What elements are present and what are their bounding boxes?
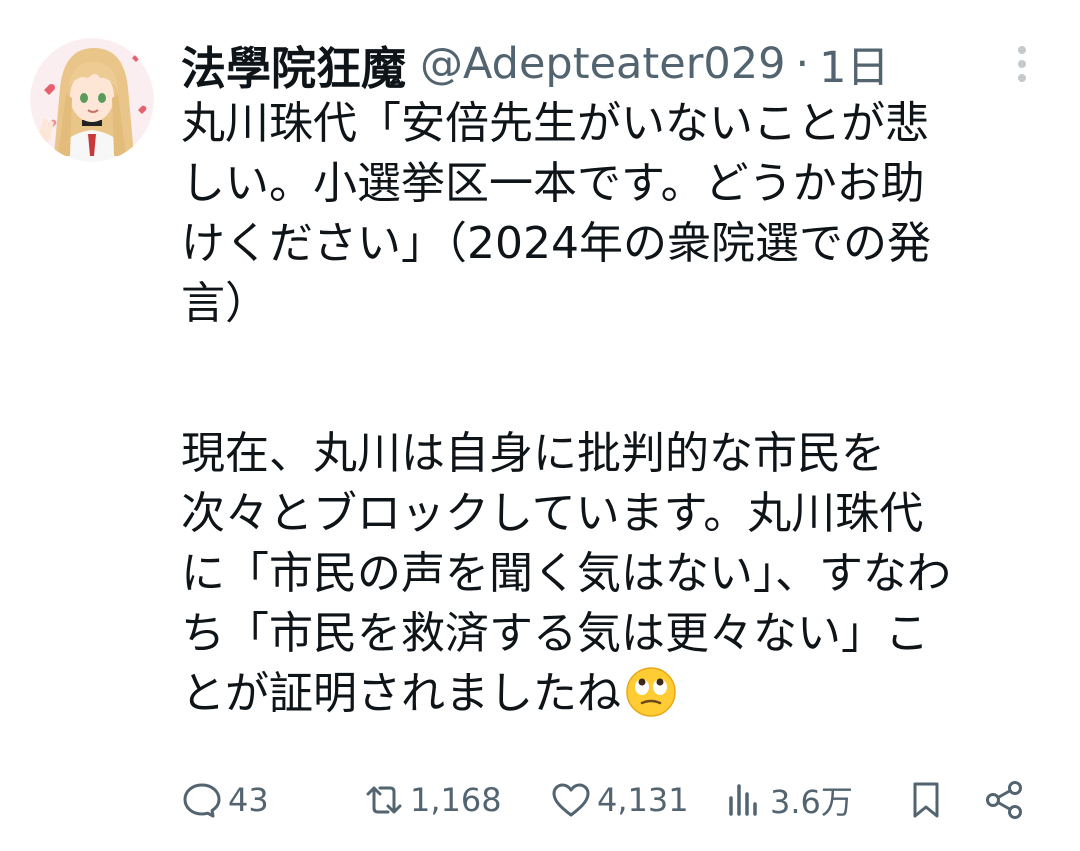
- timestamp[interactable]: 1日: [819, 33, 889, 95]
- share-button[interactable]: [982, 770, 1030, 830]
- repost-icon: [362, 778, 406, 822]
- more-options-icon[interactable]: [1002, 42, 1042, 86]
- face-with-rolling-eyes-icon: [625, 666, 677, 718]
- tweet-header: 法學院狂魔 @Adepteater029 · 1日: [181, 32, 889, 97]
- reply-count: 43: [228, 781, 269, 819]
- like-count: 4,131: [597, 781, 689, 819]
- tweet-text-line: けください」（2024年の衆院選での発: [181, 218, 931, 269]
- views-chart-icon: [722, 778, 766, 822]
- action-bar: 43 1,168 4,131 3.6万: [0, 770, 1080, 830]
- user-handle[interactable]: @Adepteater029: [420, 39, 785, 89]
- bookmark-icon: [904, 778, 948, 822]
- reply-icon: [180, 778, 224, 822]
- tweet-text-line: 次々とブロックしています。丸川珠代: [181, 488, 924, 539]
- tweet-text-line: に「市民の声を聞く気はない」、すなわ: [181, 548, 951, 599]
- tweet-text-line: 言）: [181, 278, 269, 329]
- display-name[interactable]: 法學院狂魔: [181, 32, 406, 97]
- repost-count: 1,168: [410, 781, 502, 819]
- tweet-text-last-line: とが証明されましたね: [181, 664, 1041, 724]
- heart-icon: [549, 778, 593, 822]
- tweet-text-line: 丸川珠代「安倍先生がいないことが悲: [181, 98, 929, 149]
- repost-button[interactable]: 1,168: [362, 770, 502, 830]
- header-separator: ·: [795, 39, 810, 89]
- views-button[interactable]: 3.6万: [722, 770, 853, 830]
- tweet-text-line: しい。小選挙区一本です。どうかお助: [181, 158, 925, 209]
- tweet-text-line: とが証明されましたね: [181, 668, 621, 719]
- like-button[interactable]: 4,131: [549, 770, 689, 830]
- reply-button[interactable]: 43: [180, 770, 269, 830]
- views-count: 3.6万: [770, 783, 853, 821]
- tweet-text-line: 現在、丸川は自身に批判的な市民を: [181, 428, 885, 479]
- bookmark-button[interactable]: [904, 770, 952, 830]
- tweet-text-line: ち「市民を救済する気は更々ない」こ: [181, 608, 929, 659]
- share-icon: [982, 778, 1026, 822]
- avatar[interactable]: [30, 38, 154, 162]
- tweet-text: 丸川珠代「安倍先生がいないことが悲 しい。小選挙区一本です。どうかお助 けくださ…: [181, 94, 1041, 724]
